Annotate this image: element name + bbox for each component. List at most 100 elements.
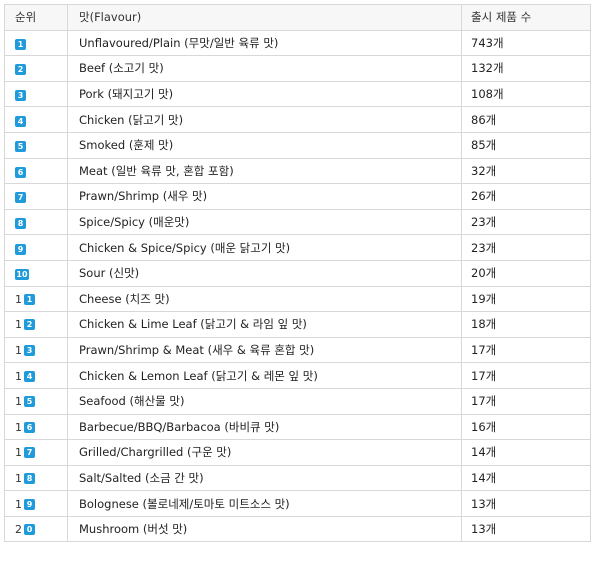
table-row: 5 Smoked (훈제 맛) 85개 [4, 131, 591, 159]
rank-ones-digit-box: 7 [24, 447, 35, 459]
flavour-cell: Sour (신맛) [67, 259, 462, 287]
flavour-cell: Cheese (치즈 맛) [67, 285, 462, 313]
table-row: 1 7 Grilled/Chargrilled (구운 맛) 14개 [4, 439, 591, 466]
rank-tens-digit: 1 [15, 318, 22, 332]
table-row: 1 Unflavoured/Plain (무맛/일반 육류 맛) 743개 [4, 29, 591, 57]
rank-digit-box: 4 [15, 115, 26, 127]
count-cell: 14개 [461, 439, 591, 466]
rank-tens-digit: 2 [15, 523, 22, 537]
rank-cell: 13 [4, 336, 68, 364]
rank-tens-digit: 1 [15, 471, 22, 485]
rank-badge: 9 [15, 243, 26, 255]
rank-digit-box: 3 [15, 90, 26, 102]
rank-tens-digit: 1 [15, 344, 22, 358]
rank-badge: 17 [15, 446, 35, 459]
rank-badge: 14 [15, 370, 35, 383]
rank-tens-digit: 1 [15, 446, 22, 460]
rank-badge: 4 [15, 115, 26, 127]
rank-digit-box: 7 [15, 192, 26, 204]
rank-cell: 10 [4, 259, 68, 287]
rank-cell: 11 [4, 285, 68, 313]
table-row: 1 3 Prawn/Shrimp & Meat (새우 & 육류 혼합 맛) 17개 [4, 336, 591, 364]
count-cell: 17개 [461, 362, 591, 389]
count-cell: 85개 [461, 131, 591, 159]
table-row: 2 Beef (소고기 맛) 132개 [4, 55, 591, 82]
rank-cell: 14 [4, 362, 68, 389]
rank-badge: 12 [15, 318, 35, 331]
rank-cell: 9 [4, 234, 68, 261]
count-cell: 23개 [461, 234, 591, 261]
table-row: 1 2 Chicken & Lime Leaf (닭고기 & 라임 잎 맛) 18개 [4, 311, 591, 338]
rank-badge: 3 [15, 90, 26, 102]
table-row: 2 0 Mushroom (버섯 맛) 13개 [4, 515, 591, 543]
rank-ones-digit-box: 6 [24, 421, 35, 433]
flavour-cell: Salt/Salted (소금 간 맛) [67, 464, 462, 492]
rank-badge: 2 [15, 64, 26, 76]
table-row: 7 Prawn/Shrimp (새우 맛) 26개 [4, 183, 591, 210]
rank-cell: 20 [4, 515, 68, 543]
count-cell: 14개 [461, 464, 591, 492]
count-cell: 18개 [461, 311, 591, 338]
rank-ones-digit-box: 8 [24, 472, 35, 484]
rank-cell: 7 [4, 183, 68, 210]
table-row: 3 Pork (돼지고기 맛) 108개 [4, 80, 591, 108]
rank-badge: 1 [15, 38, 26, 50]
table-row: 1 5 Seafood (해산물 맛) 17개 [4, 387, 591, 415]
flavour-cell: Grilled/Chargrilled (구운 맛) [67, 439, 462, 466]
rank-ones-digit-box: 2 [24, 319, 35, 331]
rank-badge: 20 [15, 523, 35, 536]
table-header-row: 순위 맛(Flavour) 출시 제품 수 [4, 4, 591, 31]
rank-badge: 13 [15, 344, 35, 357]
rank-digit-box: 5 [15, 141, 26, 153]
rank-badge: 19 [15, 498, 35, 511]
count-cell: 13개 [461, 515, 591, 543]
rank-badge: 11 [15, 293, 35, 306]
rank-ones-digit-box: 5 [24, 396, 35, 408]
rank-digit-box: 6 [15, 166, 26, 178]
table-row: 1 4 Chicken & Lemon Leaf (닭고기 & 레몬 잎 맛) 17개 [4, 362, 591, 389]
flavour-cell: Smoked (훈제 맛) [67, 131, 462, 159]
count-cell: 19개 [461, 285, 591, 313]
flavour-cell: Chicken & Spice/Spicy (매운 닭고기 맛) [67, 234, 462, 261]
rank-cell: 17 [4, 439, 68, 466]
header-rank: 순위 [4, 4, 68, 31]
header-flavour: 맛(Flavour) [67, 4, 462, 31]
table-row: 6 Meat (일반 육류 맛, 혼합 포함) 32개 [4, 157, 591, 185]
flavour-ranking-table-container: 순위 맛(Flavour) 출시 제품 수 1 Unflavoured/Plain… [4, 4, 591, 543]
rank-badge: 8 [15, 218, 26, 230]
count-cell: 743개 [461, 29, 591, 57]
table-row: 1 1 Cheese (치즈 맛) 19개 [4, 285, 591, 313]
table-row: 1 8 Salt/Salted (소금 간 맛) 14개 [4, 464, 591, 492]
rank-tens-digit: 1 [15, 420, 22, 434]
table-row: 10 Sour (신맛) 20개 [4, 259, 591, 287]
flavour-cell: Chicken & Lemon Leaf (닭고기 & 레몬 잎 맛) [67, 362, 462, 389]
flavour-cell: Bolognese (볼로네제/토마토 미트소스 맛) [67, 490, 462, 517]
rank-ones-digit-box: 9 [24, 498, 35, 510]
rank-cell: 3 [4, 80, 68, 108]
rank-cell: 16 [4, 413, 68, 441]
count-cell: 17개 [461, 387, 591, 415]
flavour-cell: Beef (소고기 맛) [67, 55, 462, 82]
rank-tens-digit: 1 [15, 497, 22, 511]
rank-tens-digit: 1 [15, 369, 22, 383]
rank-digit-box: 9 [15, 243, 26, 255]
flavour-ranking-table: 순위 맛(Flavour) 출시 제품 수 1 Unflavoured/Plain… [4, 4, 591, 543]
count-cell: 16개 [461, 413, 591, 441]
rank-badge: 15 [15, 395, 35, 408]
flavour-cell: Chicken & Lime Leaf (닭고기 & 라임 잎 맛) [67, 311, 462, 338]
count-cell: 17개 [461, 336, 591, 364]
flavour-cell: Pork (돼지고기 맛) [67, 80, 462, 108]
rank-badge: 18 [15, 472, 35, 485]
flavour-cell: Unflavoured/Plain (무맛/일반 육류 맛) [67, 29, 462, 57]
flavour-cell: Prawn/Shrimp (새우 맛) [67, 183, 462, 210]
count-cell: 32개 [461, 157, 591, 185]
rank-digit-box: 2 [15, 64, 26, 76]
table-row: 8 Spice/Spicy (매운맛) 23개 [4, 208, 591, 236]
count-cell: 13개 [461, 490, 591, 517]
rank-cell: 8 [4, 208, 68, 236]
rank-cell: 18 [4, 464, 68, 492]
rank-ones-digit-box: 3 [24, 345, 35, 357]
rank-digit-box: 1 [15, 38, 26, 50]
rank-cell: 5 [4, 131, 68, 159]
flavour-cell: Meat (일반 육류 맛, 혼합 포함) [67, 157, 462, 185]
